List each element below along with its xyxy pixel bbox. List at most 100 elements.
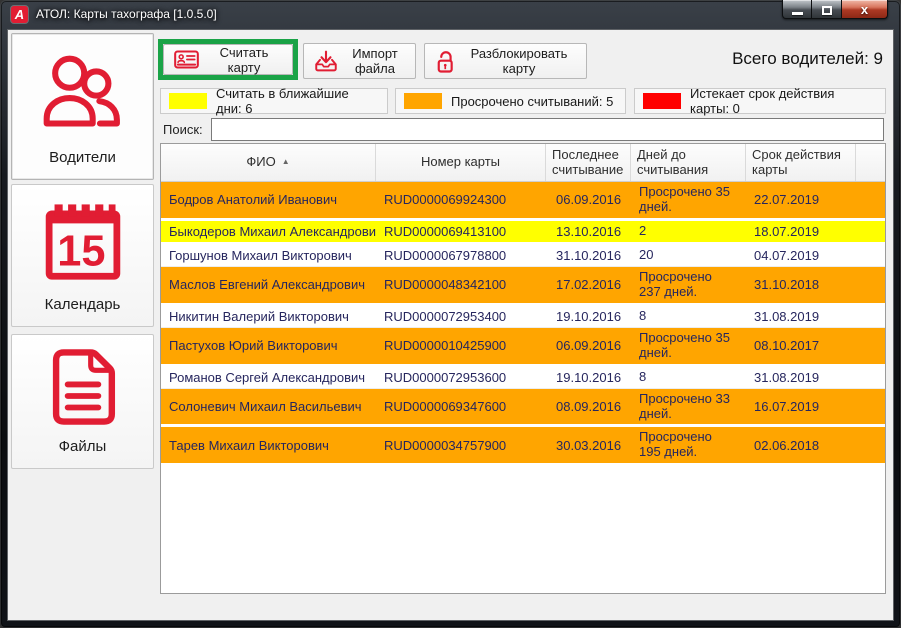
cell-expiry: 02.06.2018	[746, 438, 856, 453]
sidebar-item-calendar[interactable]: 15 Календарь	[11, 184, 154, 327]
table-row[interactable]: Быкодеров Михаил Александрович RUD000006…	[161, 221, 885, 245]
cell-expiry: 31.08.2019	[746, 370, 856, 385]
close-button[interactable]: x	[842, 0, 888, 19]
legend-expiring-label: Истекает срок действия карты: 0	[690, 86, 875, 116]
cell-expiry: 22.07.2019	[746, 192, 856, 207]
cell-fio: Бодров Анатолий Иванович	[161, 192, 376, 207]
open-padlock-icon	[435, 49, 455, 74]
cell-fio: Быкодеров Михаил Александрович	[161, 224, 376, 239]
cell-card: RUD0000069347600	[376, 399, 546, 414]
sidebar-item-drivers[interactable]: Водители	[11, 33, 154, 180]
search-label: Поиск:	[163, 122, 203, 137]
minimize-icon	[792, 12, 803, 15]
atol-logo-icon: A	[11, 6, 28, 23]
document-icon	[12, 335, 153, 438]
read-card-label: Считать карту	[206, 45, 282, 75]
cell-card: RUD0000072953600	[376, 370, 546, 385]
table-body: Бодров Анатолий Иванович RUD000006992430…	[161, 182, 885, 466]
close-icon: x	[861, 1, 868, 18]
table-row[interactable]: Романов Сергей Александрович RUD00000729…	[161, 367, 885, 389]
import-file-button[interactable]: Импорт файла	[303, 43, 416, 79]
window-controls: x	[782, 0, 888, 19]
cell-expiry: 31.08.2019	[746, 309, 856, 324]
table-row[interactable]: Никитин Валерий Викторович RUD0000072953…	[161, 306, 885, 328]
cell-last-read: 08.09.2016	[546, 399, 631, 414]
cell-last-read: 31.10.2016	[546, 248, 631, 263]
cell-card: RUD0000067978800	[376, 248, 546, 263]
cell-last-read: 13.10.2016	[546, 224, 631, 239]
cell-days: Просрочено 195 дней.	[631, 427, 746, 463]
total-drivers-label: Всего водителей: 9	[732, 49, 883, 69]
drivers-table: ФИО ▲ Номер карты Последнее считывание Д…	[160, 143, 886, 594]
cell-expiry: 16.07.2019	[746, 399, 856, 414]
cell-last-read: 30.03.2016	[546, 438, 631, 453]
cell-days: Просрочено 35 дней.	[631, 328, 746, 364]
calendar-day: 15	[57, 227, 105, 275]
cell-days: 2	[631, 221, 746, 242]
cell-fio: Тарев Михаил Викторович	[161, 438, 376, 453]
id-card-icon	[174, 50, 199, 69]
orange-swatch-icon	[404, 93, 442, 109]
cell-fio: Романов Сергей Александрович	[161, 370, 376, 385]
cell-days: Просрочено 35 дней.	[631, 182, 746, 218]
column-header-last-read[interactable]: Последнее считывание	[546, 144, 631, 181]
import-tray-icon	[314, 50, 338, 72]
people-icon	[12, 34, 153, 149]
table-row[interactable]: Солоневич Михаил Васильевич RUD000006934…	[161, 389, 885, 428]
column-header-expiry[interactable]: Срок действия карты	[746, 144, 856, 181]
app-window: A АТОЛ: Карты тахографа [1.0.5.0] x Води…	[0, 0, 901, 628]
calendar-icon: 15	[12, 185, 153, 296]
cell-days: 8	[631, 306, 746, 327]
cell-fio: Пастухов Юрий Викторович	[161, 338, 376, 353]
table-row[interactable]: Тарев Михаил Викторович RUD0000034757900…	[161, 427, 885, 466]
cell-fio: Маслов Евгений Александрович	[161, 277, 376, 292]
client-area: Водители 15 Календарь	[8, 30, 893, 620]
unlock-card-button[interactable]: Разблокировать карту	[424, 43, 587, 79]
cell-days: 8	[631, 367, 746, 388]
cell-expiry: 08.10.2017	[746, 338, 856, 353]
cell-card: RUD0000069924300	[376, 192, 546, 207]
cell-days: Просрочено 237 дней.	[631, 267, 746, 303]
minimize-button[interactable]	[782, 0, 812, 19]
table-row[interactable]: Маслов Евгений Александрович RUD00000483…	[161, 267, 885, 306]
legend-upcoming-label: Считать в ближайшие дни: 6	[216, 86, 377, 116]
window-title: АТОЛ: Карты тахографа [1.0.5.0]	[36, 0, 217, 30]
restore-button[interactable]	[812, 0, 842, 19]
unlock-card-label: Разблокировать карту	[462, 46, 576, 76]
legend-expiring: Истекает срок действия карты: 0	[634, 88, 886, 114]
column-header-days[interactable]: Дней до считывания	[631, 144, 746, 181]
import-file-label: Импорт файла	[345, 46, 405, 76]
cell-last-read: 19.10.2016	[546, 370, 631, 385]
column-header-card[interactable]: Номер карты	[376, 144, 546, 181]
table-row[interactable]: Горшунов Михаил Викторович RUD0000067978…	[161, 245, 885, 267]
table-row[interactable]: Бодров Анатолий Иванович RUD000006992430…	[161, 182, 885, 221]
sidebar-item-label: Водители	[49, 149, 116, 179]
sidebar-item-label: Календарь	[45, 296, 121, 326]
column-header-filler	[856, 144, 885, 181]
sort-ascending-icon: ▲	[282, 158, 290, 167]
legend-overdue-label: Просрочено считываний: 5	[451, 94, 613, 109]
column-header-fio[interactable]: ФИО ▲	[161, 144, 376, 181]
search-input[interactable]	[211, 118, 884, 141]
table-row[interactable]: Пастухов Юрий Викторович RUD000001042590…	[161, 328, 885, 367]
cell-days: Просрочено 33 дней.	[631, 389, 746, 425]
cell-fio: Никитин Валерий Викторович	[161, 309, 376, 324]
title-bar[interactable]: A АТОЛ: Карты тахографа [1.0.5.0]	[0, 0, 901, 30]
cell-expiry: 31.10.2018	[746, 277, 856, 292]
sidebar-item-label: Файлы	[59, 438, 107, 468]
cell-days: 20	[631, 245, 746, 266]
red-swatch-icon	[643, 93, 681, 109]
read-card-button[interactable]: Считать карту	[163, 44, 293, 75]
sidebar-item-files[interactable]: Файлы	[11, 334, 154, 469]
cell-card: RUD0000048342100	[376, 277, 546, 292]
cell-last-read: 06.09.2016	[546, 192, 631, 207]
cell-expiry: 04.07.2019	[746, 248, 856, 263]
legend-overdue: Просрочено считываний: 5	[395, 88, 626, 114]
cell-last-read: 19.10.2016	[546, 309, 631, 324]
cell-last-read: 06.09.2016	[546, 338, 631, 353]
restore-icon	[822, 6, 832, 15]
cell-last-read: 17.02.2016	[546, 277, 631, 292]
table-header: ФИО ▲ Номер карты Последнее считывание Д…	[161, 144, 885, 182]
cell-fio: Солоневич Михаил Васильевич	[161, 399, 376, 414]
cell-fio: Горшунов Михаил Викторович	[161, 248, 376, 263]
